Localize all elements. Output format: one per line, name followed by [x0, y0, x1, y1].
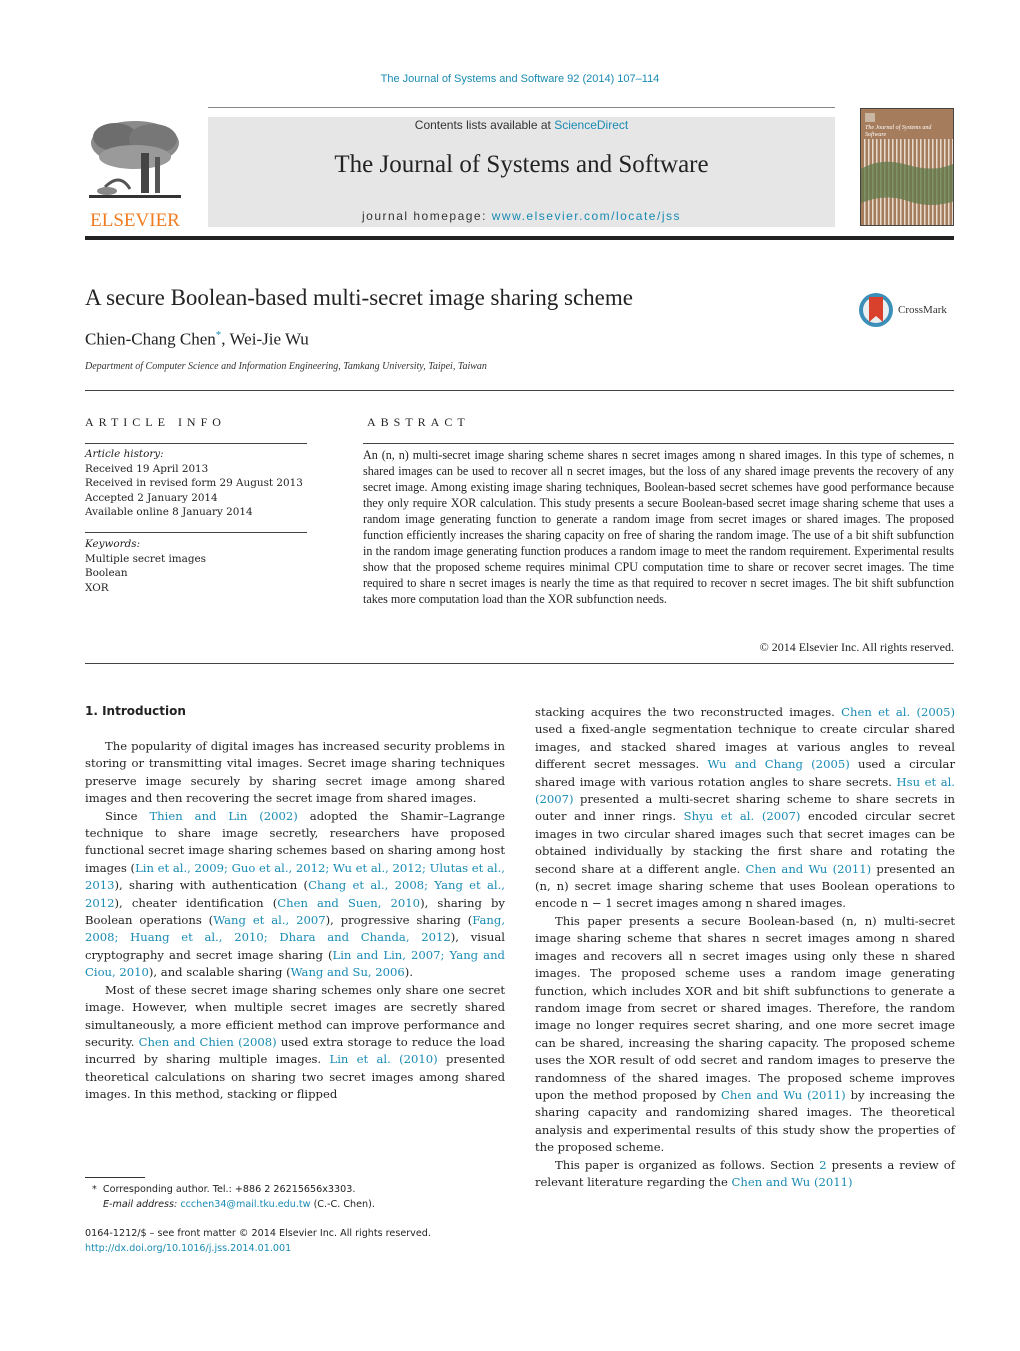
homepage-line: journal homepage: www.elsevier.com/locat… — [208, 209, 835, 223]
abstract-heading: ABSTRACT — [367, 415, 470, 429]
paragraph: This paper is organized as follows. Sect… — [535, 1157, 955, 1189]
front-matter: 0164-1212/$ – see front matter © 2014 El… — [85, 1226, 431, 1256]
cover-title: The Journal of Systems and Software — [865, 125, 932, 138]
affiliation: Department of Computer Science and Infor… — [85, 361, 487, 372]
citation-link[interactable]: Lin et al. (2010) — [330, 1052, 438, 1066]
elsevier-tree-icon — [89, 121, 181, 198]
body-column-right: stacking acquires the two reconstructed … — [535, 704, 955, 1191]
abstract-text: An (n, n) multi-secret image sharing sch… — [363, 448, 954, 606]
keywords: Keywords: Multiple secret images Boolean… — [85, 537, 307, 595]
history-item: Accepted 2 January 2014 — [85, 491, 218, 504]
citation-link[interactable]: Thien and Lin (2002) — [149, 809, 297, 823]
paragraph: The popularity of digital images has inc… — [85, 739, 505, 806]
homepage-link[interactable]: www.elsevier.com/locate/jss — [492, 209, 681, 223]
sciencedirect-link[interactable]: ScienceDirect — [554, 118, 628, 132]
citation-link[interactable]: Hsu et al. (2007) — [535, 775, 955, 806]
authors: Chien-Chang Chen*, Wei-Jie Wu — [85, 329, 309, 350]
crossmark-icon — [859, 293, 893, 327]
email-label: E-mail address: — [103, 1199, 178, 1210]
elsevier-wordmark: ELSEVIER — [90, 210, 180, 231]
history-item: Received 19 April 2013 — [85, 462, 209, 475]
author-separator: , — [221, 329, 230, 349]
citation-link[interactable]: Chen and Wu (2011) — [732, 1175, 853, 1189]
keyword-item: Multiple secret images — [85, 552, 206, 565]
footnote-marker: * — [92, 1184, 97, 1195]
header-divider — [208, 107, 835, 108]
keyword-item: Boolean — [85, 567, 128, 579]
footnote-divider — [85, 1177, 145, 1178]
homepage-prefix: journal homepage: — [362, 209, 492, 223]
paragraph: Since Thien and Lin (2002) adopted the S… — [85, 808, 506, 980]
keyword-item: XOR — [85, 581, 109, 594]
footnote-contact: Corresponding author. Tel.: +886 2 26215… — [102, 1184, 356, 1195]
paragraph: stacking acquires the two reconstructed … — [535, 705, 956, 911]
elsevier-logo[interactable]: ELSEVIER — [85, 117, 185, 231]
journal-title: The Journal of Systems and Software — [334, 151, 709, 178]
citation-link[interactable]: Chen and Wu (2011) — [721, 1088, 846, 1102]
header-thick-rule — [85, 236, 954, 240]
citation-link[interactable]: Chen et al. (2005) — [841, 705, 955, 719]
citation-link[interactable]: Chen and Suen, 2010 — [277, 896, 420, 910]
crossmark-button[interactable]: CrossMark — [858, 292, 958, 328]
citation-link[interactable]: Chen and Chien (2008) — [139, 1035, 277, 1049]
article-title: A secure Boolean-based multi-secret imag… — [85, 285, 633, 310]
doi-link[interactable]: http://dx.doi.org/10.1016/j.jss.2014.01.… — [85, 1243, 291, 1254]
author-name[interactable]: Chien-Chang Chen — [85, 330, 216, 349]
divider — [363, 443, 954, 444]
divider — [85, 443, 307, 444]
divider — [85, 390, 954, 391]
journal-cover-thumbnail[interactable]: The Journal of Systems and Software — [860, 108, 954, 226]
email-suffix: (C.-C. Chen). — [310, 1199, 375, 1210]
author-email-link[interactable]: ccchen34@mail.tku.edu.tw — [180, 1199, 310, 1210]
contents-line: Contents lists available at ScienceDirec… — [208, 117, 835, 133]
citation-link[interactable]: Shyu et al. (2007) — [684, 809, 801, 823]
footnote: * Corresponding author. Tel.: +886 2 262… — [92, 1182, 375, 1212]
section-heading-introduction: 1. Introduction — [85, 704, 186, 718]
citation-link[interactable]: Wang et al., 2007 — [213, 913, 325, 927]
paragraph: This paper presents a secure Boolean-bas… — [535, 913, 956, 1155]
citation-link[interactable]: Wang and Su, 2006 — [291, 965, 405, 979]
citation-link[interactable]: Chen and Wu (2011) — [746, 862, 872, 876]
body-column-left: The popularity of digital images has inc… — [85, 738, 505, 1104]
divider — [85, 663, 954, 664]
article-info-heading: ARTICLE INFO — [85, 415, 226, 429]
citation-link[interactable]: Wu and Chang (2005) — [708, 757, 850, 771]
paragraph: Most of these secret image sharing schem… — [85, 982, 505, 1102]
history-label: Article history: — [85, 448, 164, 460]
author-name[interactable]: Wei-Jie Wu — [230, 330, 309, 349]
divider — [85, 532, 307, 533]
history-item: Received in revised form 29 August 2013 — [85, 477, 303, 489]
abstract-copyright: © 2014 Elsevier Inc. All rights reserved… — [759, 640, 954, 654]
journal-reference[interactable]: The Journal of Systems and Software 92 (… — [0, 73, 1020, 85]
contents-prefix: Contents lists available at — [414, 118, 555, 132]
journal-header-box: Contents lists available at ScienceDirec… — [208, 117, 835, 227]
citation-link[interactable]: 2 — [819, 1158, 826, 1172]
keywords-label: Keywords: — [85, 538, 141, 550]
article-history: Article history: Received 19 April 2013 … — [85, 447, 307, 520]
crossmark-label: CrossMark — [898, 304, 947, 316]
issn-line: 0164-1212/$ – see front matter © 2014 El… — [85, 1228, 431, 1239]
history-item: Available online 8 January 2014 — [85, 506, 253, 518]
